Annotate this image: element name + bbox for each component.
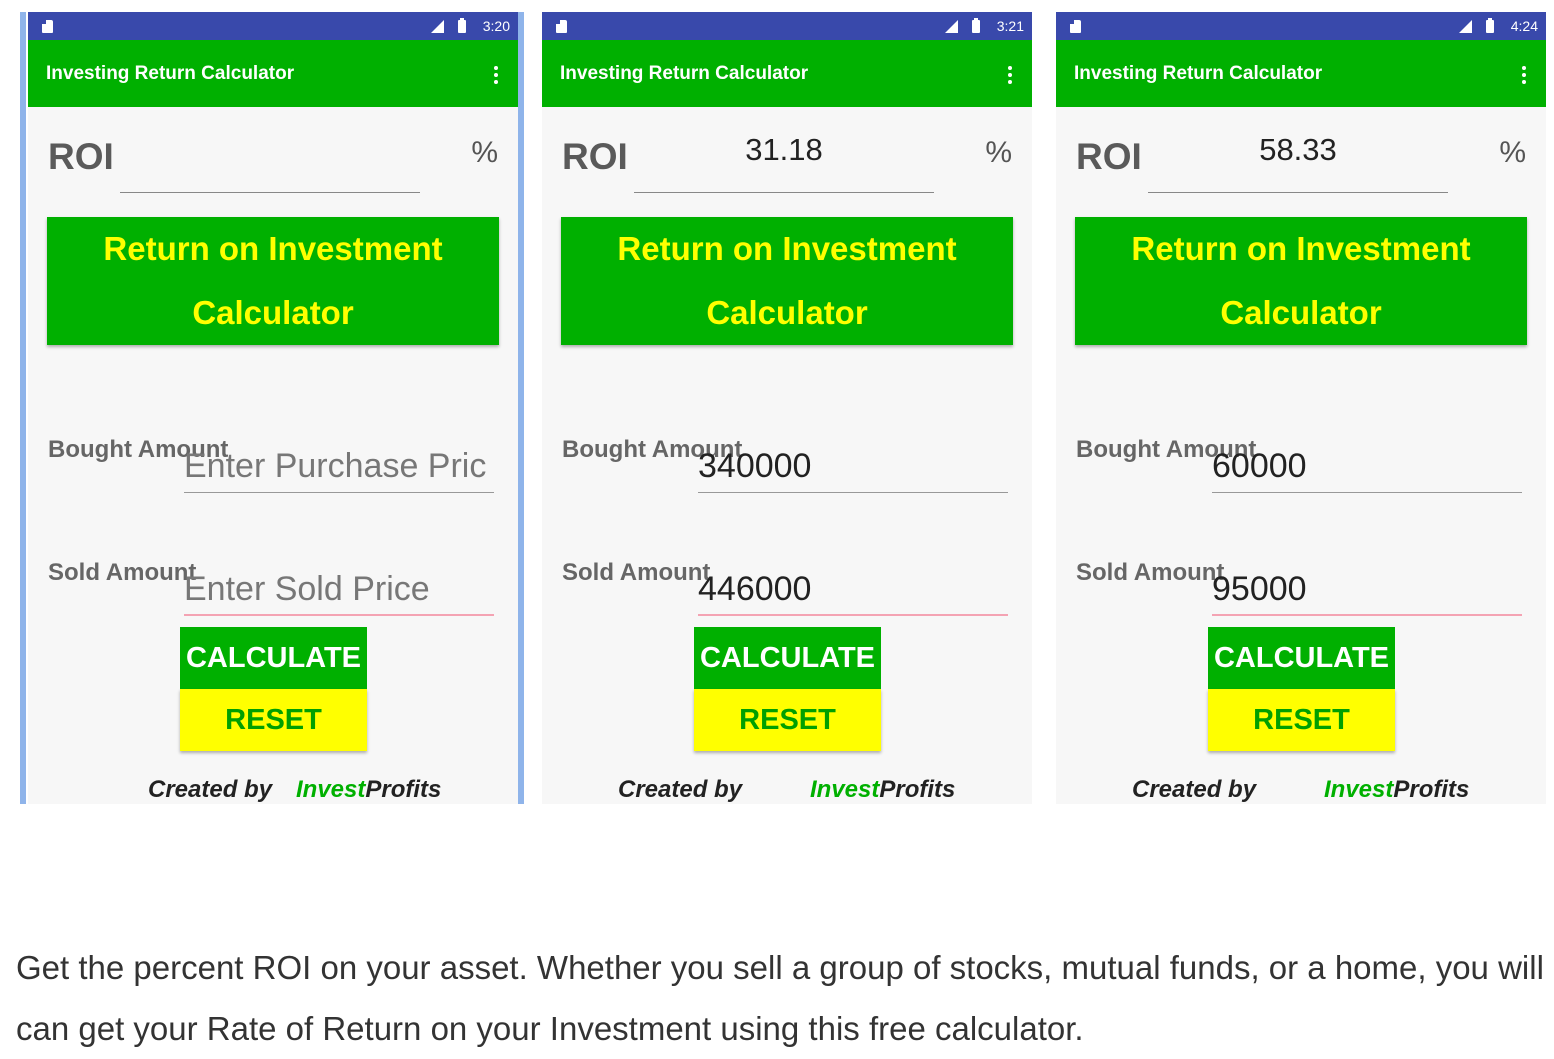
signal-icon xyxy=(1459,20,1472,33)
device-frame-right xyxy=(518,12,524,804)
bought-amount-underline xyxy=(698,492,1008,493)
app-title: Investing Return Calculator xyxy=(1074,63,1323,84)
roi-label: ROI xyxy=(562,136,628,177)
description-text: Get the percent ROI on your asset. Wheth… xyxy=(16,949,1544,1047)
calculate-button[interactable]: CALCULATE xyxy=(694,627,881,689)
sd-card-icon xyxy=(42,20,53,33)
bought-amount-underline xyxy=(184,492,494,493)
overflow-menu-icon[interactable] xyxy=(1008,66,1012,84)
sold-amount-input[interactable]: 446000 xyxy=(698,570,1008,609)
brand-logo: InvestProfits xyxy=(1324,776,1470,803)
app-bar: Investing Return Calculator xyxy=(542,40,1032,107)
roi-value: 58.33 xyxy=(1259,132,1337,167)
bought-amount-input[interactable]: Enter Purchase Pric xyxy=(184,447,494,486)
calculate-button[interactable]: CALCULATE xyxy=(180,627,367,689)
battery-icon xyxy=(458,18,466,33)
sold-amount-label: Sold Amount xyxy=(48,559,197,586)
roi-label: ROI xyxy=(1076,136,1142,177)
reset-button[interactable]: RESET xyxy=(694,689,881,751)
app-bar: Investing Return Calculator xyxy=(1056,40,1546,107)
sd-card-icon xyxy=(556,20,567,33)
status-bar: 3:20 xyxy=(28,12,518,40)
signal-icon xyxy=(431,20,444,33)
percent-symbol: % xyxy=(471,136,498,169)
title-banner: Return on Investment Calculator xyxy=(47,217,499,345)
brand-logo: InvestProfits xyxy=(810,776,956,803)
battery-icon xyxy=(1486,18,1494,33)
banner-title: Return on Investment Calculator xyxy=(103,230,443,331)
bought-amount-input[interactable]: 340000 xyxy=(698,447,1008,486)
bought-amount-input[interactable]: 60000 xyxy=(1212,447,1522,486)
sold-amount-input[interactable]: 95000 xyxy=(1212,570,1522,609)
created-by-label: Created by xyxy=(618,776,743,803)
overflow-menu-icon[interactable] xyxy=(494,66,498,84)
bought-amount-underline xyxy=(1212,492,1522,493)
app-bar: Investing Return Calculator xyxy=(28,40,518,107)
status-bar: 4:24 xyxy=(1056,12,1546,40)
phone-screen-2: 3:21 Investing Return Calculator ROI 31.… xyxy=(542,12,1032,804)
created-by-label: Created by xyxy=(148,776,273,803)
sold-amount-input[interactable]: Enter Sold Price xyxy=(184,570,494,609)
status-time: 3:20 xyxy=(482,18,510,34)
title-banner: Return on Investment Calculator xyxy=(561,217,1013,345)
sold-amount-label: Sold Amount xyxy=(562,559,711,586)
roi-label: ROI xyxy=(48,136,114,177)
roi-underline xyxy=(1148,192,1448,193)
created-by-label: Created by xyxy=(1132,776,1257,803)
reset-button[interactable]: RESET xyxy=(1208,689,1395,751)
sold-amount-label: Sold Amount xyxy=(1076,559,1225,586)
banner-title: Return on Investment Calculator xyxy=(617,230,957,331)
brand-logo: InvestProfits xyxy=(296,776,442,803)
percent-symbol: % xyxy=(1499,136,1526,169)
calculate-button[interactable]: CALCULATE xyxy=(1208,627,1395,689)
roi-underline xyxy=(634,192,934,193)
title-banner: Return on Investment Calculator xyxy=(1075,217,1527,345)
phone-screen-1: 3:20 Investing Return Calculator ROI % R… xyxy=(28,12,518,804)
app-title: Investing Return Calculator xyxy=(46,63,295,84)
percent-symbol: % xyxy=(985,136,1012,169)
app-title: Investing Return Calculator xyxy=(560,63,809,84)
reset-button[interactable]: RESET xyxy=(180,689,367,751)
device-frame-left xyxy=(20,12,26,804)
battery-icon xyxy=(972,18,980,33)
status-time: 4:24 xyxy=(1510,18,1538,34)
banner-title: Return on Investment Calculator xyxy=(1131,230,1471,331)
sold-amount-underline xyxy=(184,614,494,616)
status-bar: 3:21 xyxy=(542,12,1032,40)
sd-card-icon xyxy=(1070,20,1081,33)
sold-amount-underline xyxy=(1212,614,1522,616)
overflow-menu-icon[interactable] xyxy=(1522,66,1526,84)
phone-screen-3: 4:24 Investing Return Calculator ROI 58.… xyxy=(1056,12,1546,804)
roi-underline xyxy=(120,192,420,193)
status-time: 3:21 xyxy=(996,18,1024,34)
roi-value: 31.18 xyxy=(745,132,823,167)
sold-amount-underline xyxy=(698,614,1008,616)
signal-icon xyxy=(945,20,958,33)
